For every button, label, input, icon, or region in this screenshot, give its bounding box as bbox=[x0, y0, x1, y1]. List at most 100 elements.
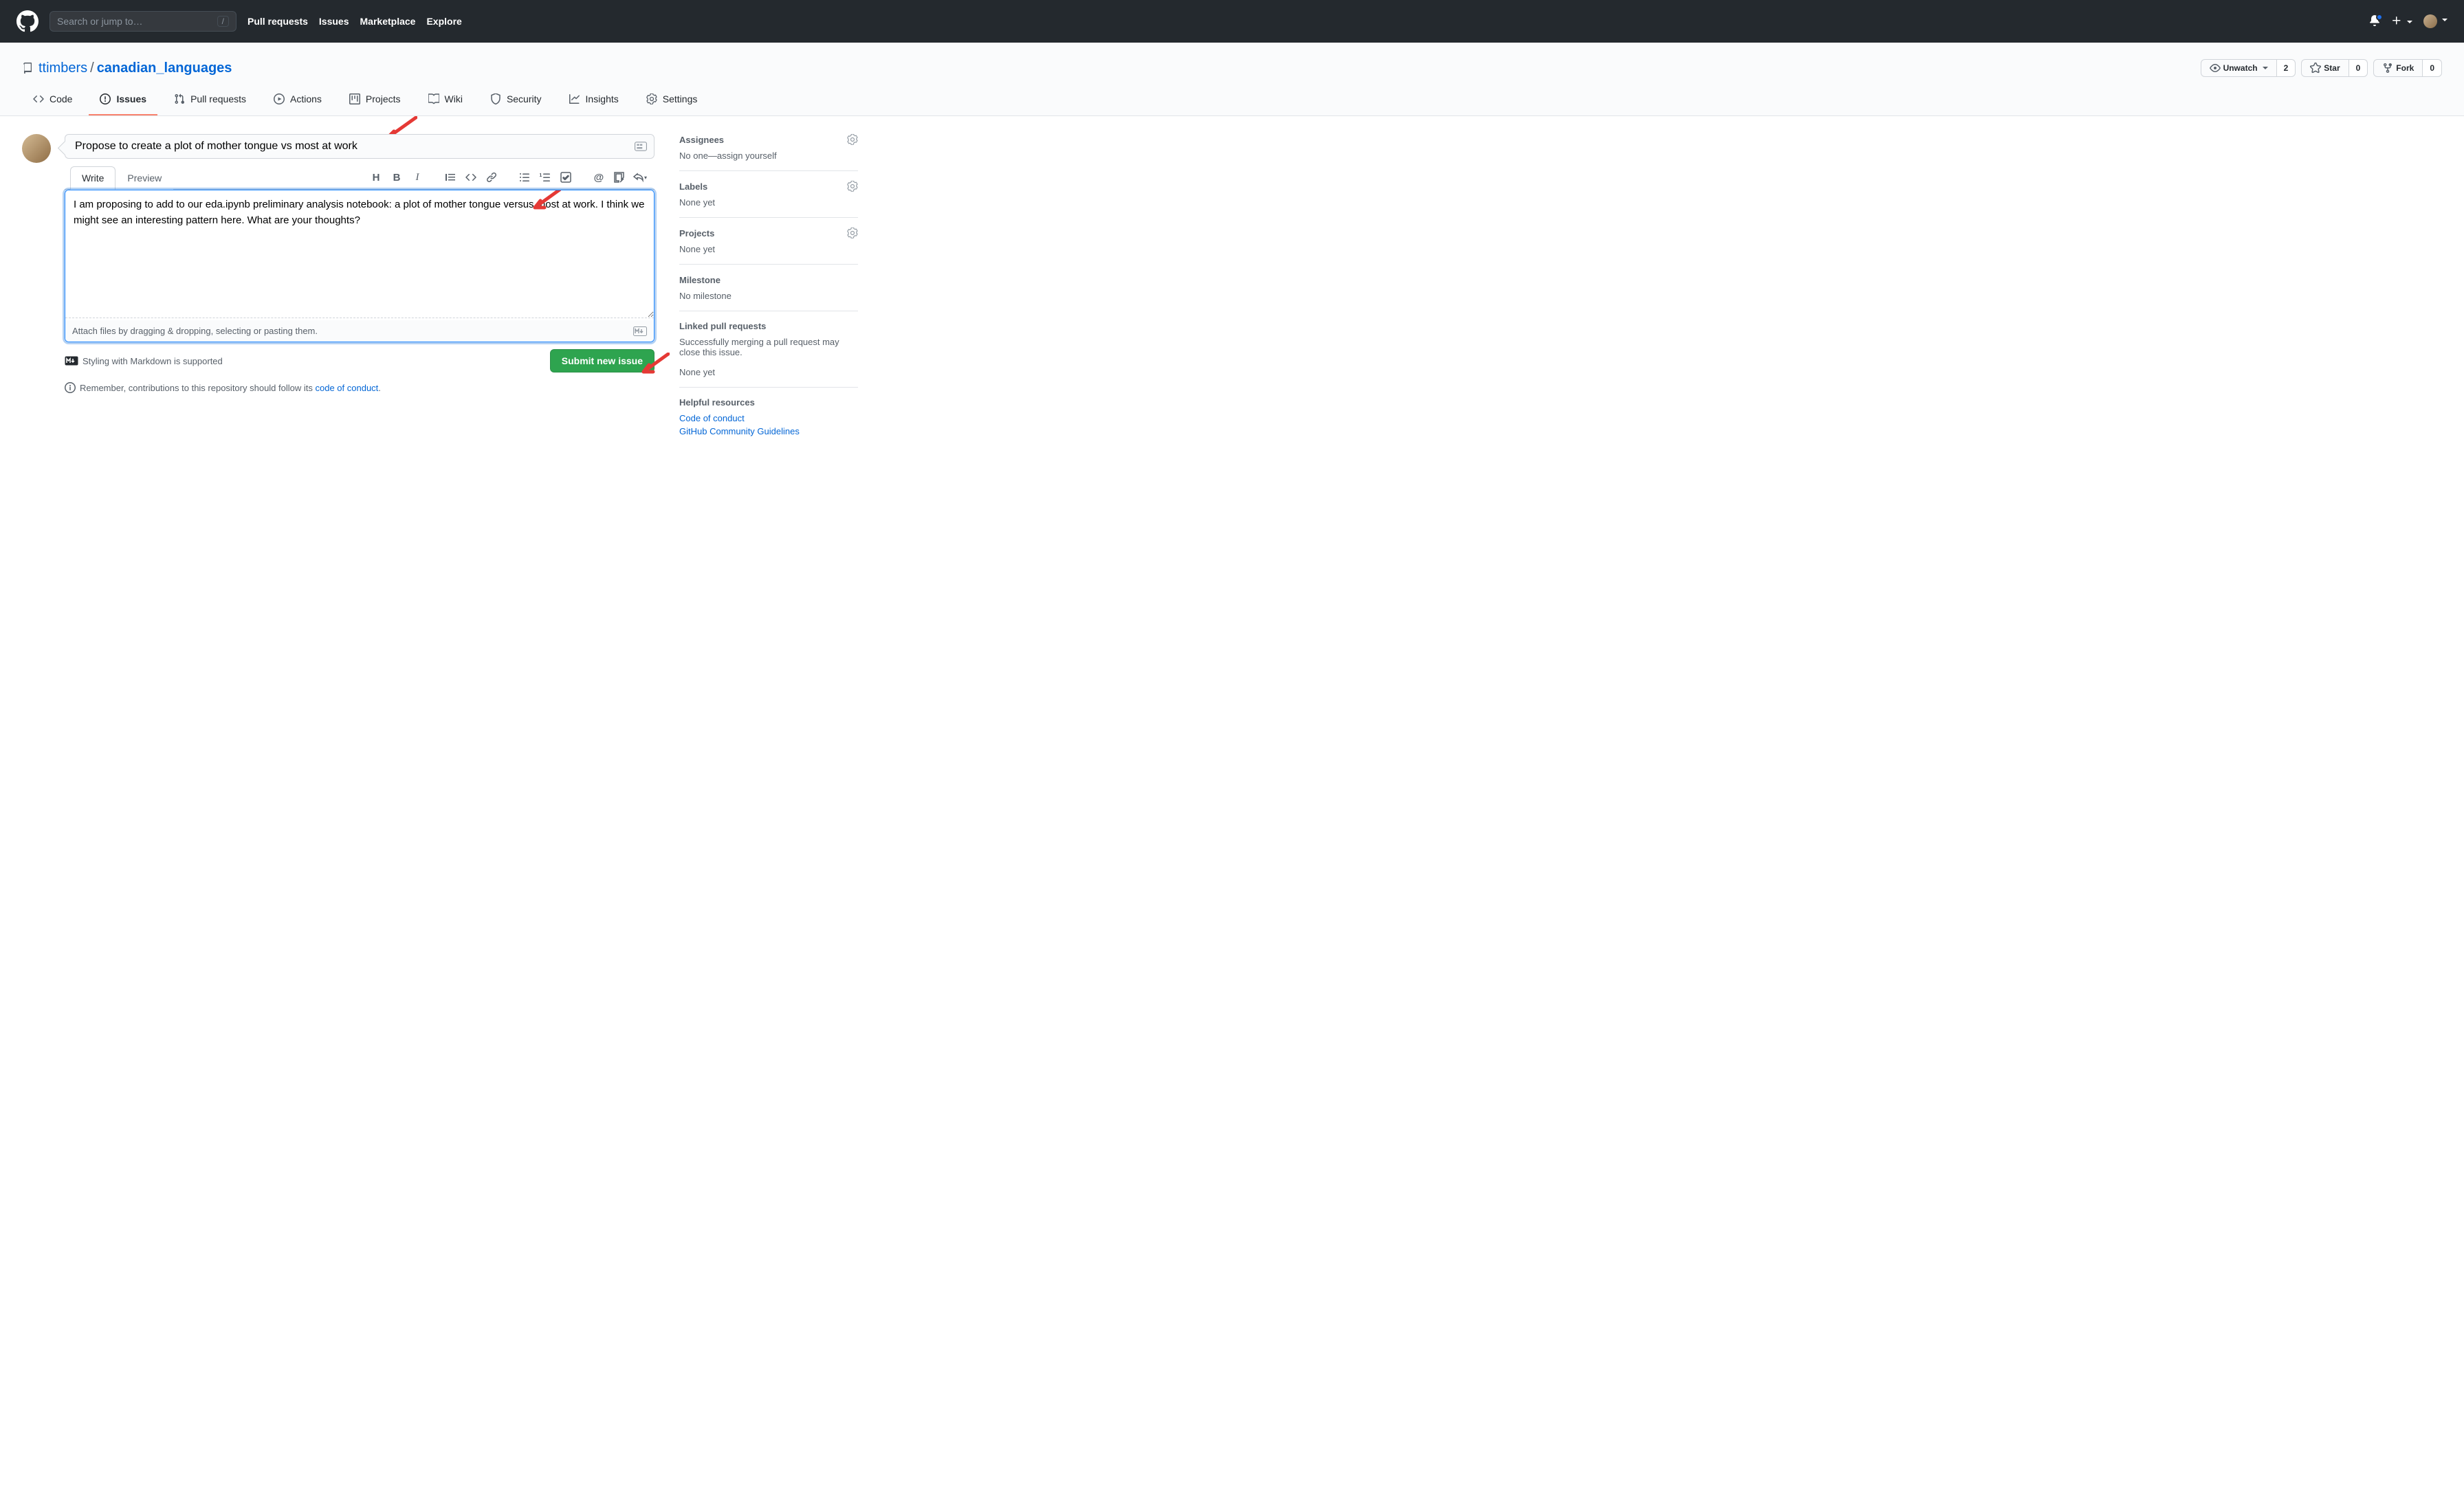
user-avatar-icon bbox=[2423, 14, 2437, 28]
search-input[interactable]: Search or jump to… / bbox=[50, 11, 236, 32]
tab-actions[interactable]: Actions bbox=[263, 88, 333, 115]
linked-prs-body: None yet bbox=[679, 367, 858, 377]
tab-pull-requests[interactable]: Pull requests bbox=[163, 88, 257, 115]
tab-insights[interactable]: Insights bbox=[558, 88, 630, 115]
mention-button[interactable]: @ bbox=[590, 168, 608, 186]
gear-icon[interactable] bbox=[847, 227, 858, 238]
shield-icon bbox=[490, 93, 501, 104]
user-menu-dropdown[interactable] bbox=[2423, 14, 2448, 28]
issue-icon bbox=[100, 93, 111, 104]
tasklist-button[interactable] bbox=[557, 168, 575, 186]
caret-down-icon bbox=[2407, 21, 2412, 26]
link-button[interactable] bbox=[483, 168, 500, 186]
star-button[interactable]: Star 0 bbox=[2301, 59, 2368, 77]
star-label: Star bbox=[2324, 63, 2340, 73]
global-nav: Pull requests Issues Marketplace Explore bbox=[248, 16, 473, 27]
info-icon bbox=[65, 382, 76, 393]
sidebar-labels: Labels None yet bbox=[679, 171, 858, 218]
repo-nav: Code Issues Pull requests Actions Projec… bbox=[0, 88, 2464, 115]
tab-preview[interactable]: Preview bbox=[116, 166, 173, 190]
repo-owner-link[interactable]: ttimbers bbox=[38, 60, 87, 76]
github-logo-icon[interactable] bbox=[16, 10, 38, 32]
search-placeholder: Search or jump to… bbox=[57, 16, 143, 27]
linked-prs-title: Linked pull requests bbox=[679, 321, 766, 331]
create-new-dropdown[interactable] bbox=[2391, 15, 2412, 28]
input-suggest-icon bbox=[635, 140, 647, 153]
projects-body: None yet bbox=[679, 244, 858, 254]
sidebar-resources: Helpful resources Code of conduct GitHub… bbox=[679, 388, 858, 446]
sidebar-milestone: Milestone No milestone bbox=[679, 265, 858, 311]
watch-button[interactable]: Unwatch 2 bbox=[2201, 59, 2296, 77]
ol-button[interactable] bbox=[536, 168, 554, 186]
tab-write[interactable]: Write bbox=[70, 166, 116, 190]
global-header: Search or jump to… / Pull requests Issue… bbox=[0, 0, 2464, 43]
markdown-info[interactable]: Styling with Markdown is supported bbox=[65, 356, 223, 366]
code-of-conduct-link[interactable]: code of conduct bbox=[316, 383, 379, 393]
tab-code[interactable]: Code bbox=[22, 88, 83, 115]
repo-name-link[interactable]: canadian_languages bbox=[97, 60, 232, 76]
graph-icon bbox=[569, 93, 580, 104]
gear-icon[interactable] bbox=[847, 274, 858, 285]
resources-title: Helpful resources bbox=[679, 397, 755, 408]
markdown-icon bbox=[633, 326, 647, 336]
gear-icon bbox=[646, 93, 657, 104]
gear-icon[interactable] bbox=[847, 181, 858, 192]
nav-marketplace[interactable]: Marketplace bbox=[360, 16, 416, 27]
issue-title-field-wrap bbox=[65, 134, 654, 159]
tab-wiki[interactable]: Wiki bbox=[417, 88, 474, 115]
sidebar-projects: Projects None yet bbox=[679, 218, 858, 265]
nav-pull-requests[interactable]: Pull requests bbox=[248, 16, 308, 27]
bold-button[interactable]: B bbox=[388, 168, 406, 186]
repo-separator: / bbox=[90, 60, 94, 76]
search-slash-hint: / bbox=[217, 16, 229, 27]
sidebar-linked-prs: Linked pull requests Successfully mergin… bbox=[679, 311, 858, 388]
fork-label: Fork bbox=[2396, 63, 2414, 73]
attach-hint-text: Attach files by dragging & dropping, sel… bbox=[72, 326, 318, 336]
tab-issues[interactable]: Issues bbox=[89, 88, 157, 115]
book-icon bbox=[428, 93, 439, 104]
heading-button[interactable]: H bbox=[367, 168, 385, 186]
repo-title: ttimbers / canadian_languages bbox=[22, 60, 2201, 76]
nav-explore[interactable]: Explore bbox=[426, 16, 461, 27]
watch-label: Unwatch bbox=[2223, 63, 2258, 73]
sidebar-assignees: Assignees No one—assign yourself bbox=[679, 134, 858, 171]
pr-icon bbox=[174, 93, 185, 104]
issue-body-wrap: Attach files by dragging & dropping, sel… bbox=[65, 190, 654, 342]
ul-button[interactable] bbox=[516, 168, 534, 186]
tab-security[interactable]: Security bbox=[479, 88, 553, 115]
tab-settings[interactable]: Settings bbox=[635, 88, 709, 115]
quote-button[interactable] bbox=[441, 168, 459, 186]
resources-link-conduct[interactable]: Code of conduct bbox=[679, 413, 858, 423]
fork-count[interactable]: 0 bbox=[2423, 59, 2442, 77]
fork-icon bbox=[2382, 63, 2393, 74]
resources-link-guidelines[interactable]: GitHub Community Guidelines bbox=[679, 426, 858, 436]
play-icon bbox=[274, 93, 285, 104]
projects-title: Projects bbox=[679, 228, 714, 238]
assignees-title: Assignees bbox=[679, 135, 724, 145]
assignees-body[interactable]: No one—assign yourself bbox=[679, 151, 858, 161]
gear-icon[interactable] bbox=[847, 134, 858, 145]
labels-body: None yet bbox=[679, 197, 858, 208]
attach-hint[interactable]: Attach files by dragging & dropping, sel… bbox=[65, 320, 654, 342]
tab-projects[interactable]: Projects bbox=[338, 88, 412, 115]
reference-button[interactable] bbox=[610, 168, 628, 186]
italic-button[interactable]: I bbox=[408, 168, 426, 186]
code-button[interactable] bbox=[462, 168, 480, 186]
labels-title: Labels bbox=[679, 181, 707, 192]
notification-dot-icon bbox=[2376, 14, 2383, 21]
watch-count[interactable]: 2 bbox=[2277, 59, 2296, 77]
fork-button[interactable]: Fork 0 bbox=[2373, 59, 2442, 77]
issue-title-input[interactable] bbox=[65, 135, 654, 158]
star-count[interactable]: 0 bbox=[2349, 59, 2368, 77]
issue-body-textarea[interactable] bbox=[65, 190, 654, 318]
md-toolbar: H B I @ ▾ bbox=[349, 166, 654, 189]
linked-prs-desc: Successfully merging a pull request may … bbox=[679, 337, 858, 357]
nav-issues[interactable]: Issues bbox=[319, 16, 349, 27]
contrib-note: Remember, contributions to this reposito… bbox=[65, 382, 654, 393]
project-icon bbox=[349, 93, 360, 104]
commenter-avatar[interactable] bbox=[22, 134, 51, 163]
repo-head: ttimbers / canadian_languages Unwatch 2 … bbox=[0, 43, 2464, 116]
notifications-button[interactable] bbox=[2369, 15, 2380, 28]
submit-issue-button[interactable]: Submit new issue bbox=[550, 349, 654, 373]
reply-button[interactable]: ▾ bbox=[631, 168, 649, 186]
